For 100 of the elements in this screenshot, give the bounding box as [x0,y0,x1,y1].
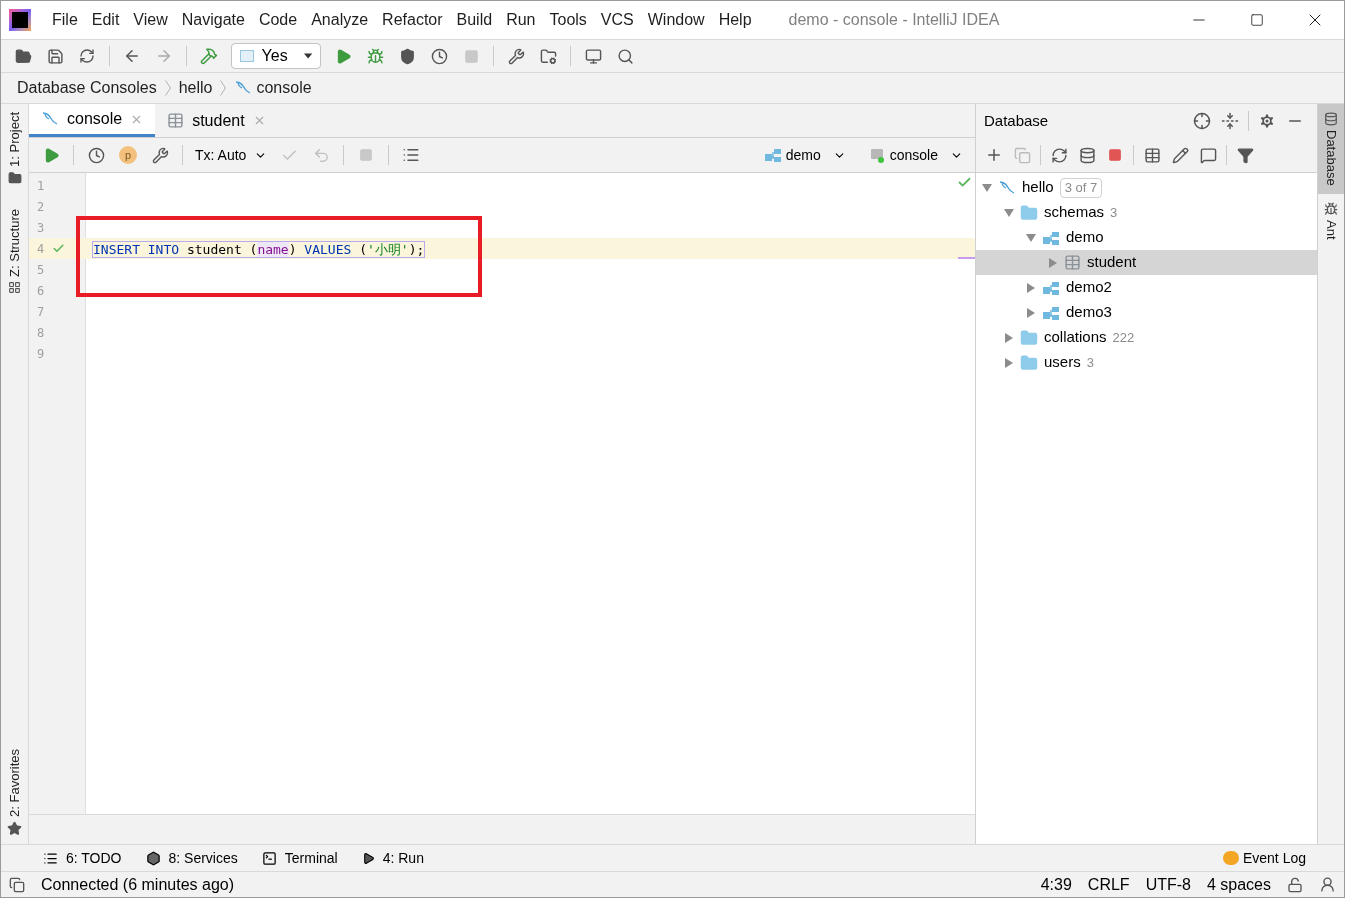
line-separator[interactable]: CRLF [1087,872,1130,897]
folder-icon [1020,203,1038,222]
tree-item-label: student [1087,252,1137,273]
wrench-icon[interactable] [507,47,525,65]
table-icon [1064,254,1081,271]
table-icon[interactable] [1143,146,1161,164]
code-editor[interactable]: 1 2 3 4 INSERT INTO student (name) VALUES ('小明'); 5 6 7 8 9 [29,173,975,814]
lock-icon[interactable] [1287,876,1303,893]
menu-item[interactable]: Run [499,8,543,32]
caret-position[interactable]: 4:39 [1040,872,1072,897]
star-icon[interactable] [7,821,22,836]
breadcrumb[interactable]: Database Consoles [17,76,157,100]
menu-item[interactable]: Navigate [174,8,252,32]
run-config-dropdown[interactable]: Yes [231,43,321,69]
history-icon[interactable] [87,146,105,164]
event-log-button[interactable]: Event Log [1222,847,1306,869]
menu-item[interactable]: Analyze [304,8,376,32]
add-icon[interactable] [985,146,1003,164]
tab-label: console [67,109,123,129]
menu-item[interactable]: Refactor [375,8,450,32]
terminal-icon[interactable] [261,850,277,866]
refresh-icon[interactable] [1050,146,1068,164]
menu-item[interactable]: Edit [84,8,127,32]
editor-tab[interactable]: student [155,104,278,137]
line-number: 4 [37,240,45,258]
tool-window-button[interactable]: 8: Services [145,847,238,869]
tree-item-label: schemas [1044,202,1105,223]
project-structure-icon[interactable] [539,47,557,65]
collapsed-arrow-icon[interactable] [1004,332,1014,343]
output-list-icon[interactable] [402,146,421,164]
layout-icon[interactable] [9,876,25,893]
tool-window-button[interactable]: Terminal [261,847,338,869]
profile-icon[interactable] [430,47,448,65]
filter-icon[interactable] [1236,146,1254,164]
menu-item[interactable]: View [126,8,175,32]
caret-icon[interactable] [303,53,312,59]
schema-dropdown[interactable]: demo [759,144,850,166]
open-folder-icon[interactable] [14,47,32,65]
status-message: Connected (6 minutes ago) [41,874,234,895]
line-number: 2 [37,198,45,216]
collapsed-arrow-icon[interactable] [1026,307,1036,318]
menu-item[interactable]: Tools [542,8,594,32]
tool-window-button[interactable]: 1: Project [4,112,25,185]
collapse-icon[interactable] [1221,112,1239,130]
editor-tab[interactable]: console [29,104,156,137]
connection-icon [998,179,1016,196]
settings-icon[interactable] [1258,112,1276,130]
transaction-dropdown[interactable]: Tx: Auto [191,144,272,166]
data-source-properties-icon[interactable] [1078,146,1096,164]
tool-window-button[interactable]: 6: TODO [43,847,122,869]
run-icon[interactable] [361,851,375,865]
session-dropdown[interactable]: console [865,144,967,166]
menu-item[interactable]: File [45,8,85,32]
maximize-icon[interactable] [1250,13,1264,27]
bug-icon[interactable] [1324,201,1338,216]
menu-item[interactable]: Help [711,8,759,32]
menu-item[interactable]: Build [449,8,500,32]
line-number: 8 [37,324,45,342]
expanded-arrow-icon[interactable] [982,182,992,193]
collapsed-arrow-icon[interactable] [1026,282,1036,293]
wrench-icon[interactable] [151,146,169,164]
line-number: 7 [37,303,45,321]
hammer-icon[interactable] [200,47,218,65]
tool-window-button[interactable]: Ant [1318,193,1344,248]
menu-item[interactable]: Code [251,8,305,32]
search-icon[interactable] [616,47,634,65]
window-title: demo - console - IntelliJ IDEA [788,10,1000,30]
menu-item[interactable]: Window [640,8,712,32]
database-icon[interactable] [1324,112,1338,126]
locate-icon[interactable] [1193,112,1211,130]
indent-setting[interactable]: 4 spaces [1206,872,1271,897]
edit-icon[interactable] [1171,146,1189,164]
tool-window-button[interactable]: Database [1318,104,1344,194]
line-number: 3 [37,219,45,237]
tool-window-button[interactable]: Z: Structure [4,208,25,294]
tree-item[interactable]: student [976,250,1317,275]
tool-window-button[interactable]: 2: Favorites [4,749,25,836]
save-icon[interactable] [46,47,64,65]
expanded-arrow-icon[interactable] [1004,207,1014,218]
folder-icon[interactable] [7,170,22,185]
coverage-icon[interactable] [398,47,416,65]
breadcrumb[interactable]: console [256,76,312,100]
count-badge: 3 of 7 [1059,177,1103,198]
menu-item[interactable]: VCS [593,8,641,32]
collapsed-arrow-icon[interactable] [1004,357,1014,368]
services-icon[interactable] [145,850,161,866]
structure-icon[interactable] [8,280,21,294]
sync-icon[interactable] [79,48,95,64]
tab-label: student [192,110,245,131]
expanded-arrow-icon[interactable] [1026,232,1036,243]
file-encoding[interactable]: UTF-8 [1145,872,1191,897]
list-icon[interactable] [43,850,58,866]
stop-icon[interactable] [1108,148,1122,162]
parameters-button[interactable]: p [119,146,137,164]
debug-icon[interactable] [366,47,384,65]
line-number: 5 [37,261,45,279]
line-number: 9 [37,345,45,363]
tool-window-button[interactable]: 4: Run [361,847,424,869]
count-label: 222 [1112,328,1135,347]
breadcrumb[interactable]: hello [178,76,213,100]
